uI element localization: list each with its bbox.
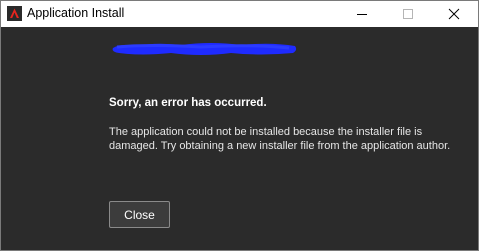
error-message: The application could not be installed b… xyxy=(109,126,451,152)
redacted-app-name xyxy=(112,43,297,55)
minimize-icon xyxy=(357,14,367,15)
dialog-content: Sorry, an error has occurred. The applic… xyxy=(1,27,478,250)
close-icon xyxy=(448,8,460,20)
minimize-button[interactable] xyxy=(339,1,385,27)
application-install-window: Application Install Sorry, an error has … xyxy=(0,0,479,251)
maximize-button[interactable] xyxy=(385,1,431,27)
maximize-icon xyxy=(403,9,413,19)
title-bar[interactable]: Application Install xyxy=(1,1,478,27)
close-button[interactable]: Close xyxy=(109,201,170,228)
adobe-air-icon xyxy=(7,6,22,21)
close-window-button[interactable] xyxy=(431,1,477,27)
error-heading: Sorry, an error has occurred. xyxy=(109,97,267,109)
window-title: Application Install xyxy=(27,6,125,20)
